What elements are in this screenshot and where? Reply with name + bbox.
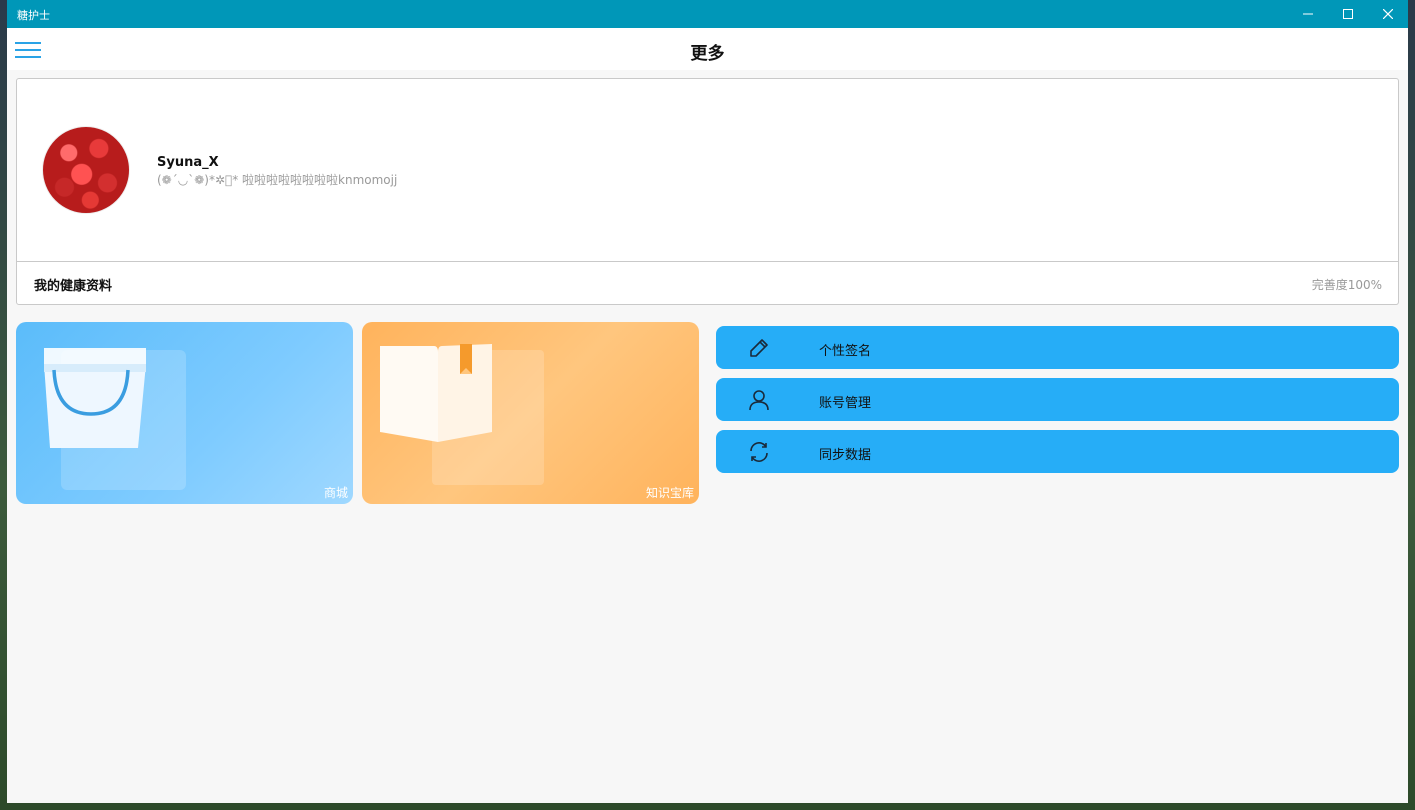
user-signature: (❁´◡`❁)*✲ﾟ* 啦啦啦啦啦啦啦啦knmomojj: [157, 173, 398, 187]
sync-icon: [750, 442, 768, 462]
maximize-icon: [1343, 9, 1353, 19]
pencil-icon: [750, 339, 768, 357]
knowledge-base-tile[interactable]: 知识宝库: [362, 322, 699, 504]
app-window: 糖护士 更多 Syuna_X (❁´◡`❁)*✲ﾟ* 啦啦啦啦啦啦啦啦knmom…: [7, 0, 1408, 803]
window-title: 糖护士: [17, 9, 50, 22]
account-management-button-label: 账号管理: [819, 396, 872, 411]
close-button[interactable]: [1368, 0, 1408, 28]
username: Syuna_X: [157, 155, 219, 170]
completion-status: 完善度100%: [1311, 278, 1382, 292]
shop-tile[interactable]: 商城: [16, 322, 353, 504]
account-management-button[interactable]: 账号管理: [716, 378, 1399, 421]
title-bar: 糖护士: [7, 0, 1408, 28]
close-icon: [1383, 9, 1393, 19]
health-profile-link[interactable]: 我的健康资料: [34, 275, 112, 294]
minimize-button[interactable]: [1288, 0, 1328, 28]
minimize-icon: [1303, 13, 1313, 15]
signature-button-label: 个性签名: [819, 344, 872, 359]
maximize-button[interactable]: [1328, 0, 1368, 28]
shopping-bag-icon: [44, 348, 186, 490]
app-header: 更多: [7, 28, 1408, 70]
sync-data-button-label: 同步数据: [819, 448, 872, 463]
shop-tile-label: 商城: [323, 486, 348, 500]
divider: [17, 261, 1398, 262]
signature-button[interactable]: 个性签名: [716, 326, 1399, 369]
page-title: 更多: [690, 44, 725, 64]
open-book-icon: [380, 344, 544, 485]
sync-data-button[interactable]: 同步数据: [716, 430, 1399, 473]
profile-card: Syuna_X (❁´◡`❁)*✲ﾟ* 啦啦啦啦啦啦啦啦knmomojj 我的健…: [16, 78, 1399, 305]
user-icon: [749, 390, 769, 411]
avatar[interactable]: [42, 126, 130, 214]
knowledge-base-tile-label: 知识宝库: [645, 486, 694, 500]
